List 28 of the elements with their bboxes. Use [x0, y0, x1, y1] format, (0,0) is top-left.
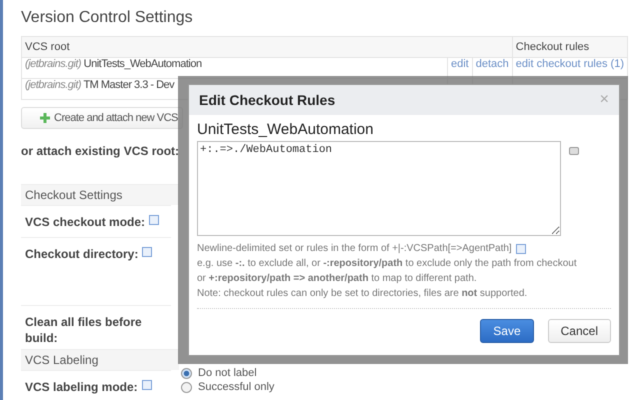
plus-icon — [40, 113, 50, 123]
section-header: VCS Labeling — [21, 349, 179, 370]
section-header: Checkout Settings — [21, 184, 179, 205]
attach-label: or attach existing VCS root: — [21, 144, 180, 158]
help-text: Newline-delimited set or rules in the form of +|-:VCSPath[=>AgentPath] — [197, 242, 512, 256]
vcs-root-name: UnitTests_WebAutomation — [197, 121, 374, 139]
save-button[interactable]: Save — [480, 319, 534, 343]
rules-input[interactable]: +:.=>./WebAutomation — [197, 141, 561, 236]
column-header: VCS root — [22, 36, 512, 58]
cancel-button[interactable]: Cancel — [548, 319, 611, 343]
help-text: or +:repository/path => another/path to map to different path. — [197, 272, 477, 286]
help-icon[interactable] — [142, 247, 152, 257]
help-icon[interactable] — [149, 215, 160, 225]
radio-label: Successful only — [198, 381, 274, 393]
page-title: Version Control Settings — [21, 8, 194, 28]
help-text: e.g. use -:. to exclude all, or -:repository/path to exclude only the path from checkout — [197, 257, 577, 271]
field-label: VCS checkout mode: — [25, 214, 146, 230]
field-label: VCS labeling mode: — [25, 379, 138, 395]
help-text: Note: checkout rules can only be set to directories, files are not supported. — [197, 287, 528, 301]
column-header: Checkout rules — [512, 36, 628, 58]
field-label: Checkout directory: — [25, 246, 138, 262]
expand-icon[interactable] — [569, 147, 579, 155]
field-label: Clean all files before build: — [25, 314, 143, 346]
radio-button[interactable] — [181, 368, 192, 378]
radio-button[interactable] — [181, 382, 192, 392]
help-icon[interactable] — [142, 380, 152, 390]
help-icon[interactable] — [516, 244, 526, 254]
radio-label: Do not label — [198, 367, 257, 379]
